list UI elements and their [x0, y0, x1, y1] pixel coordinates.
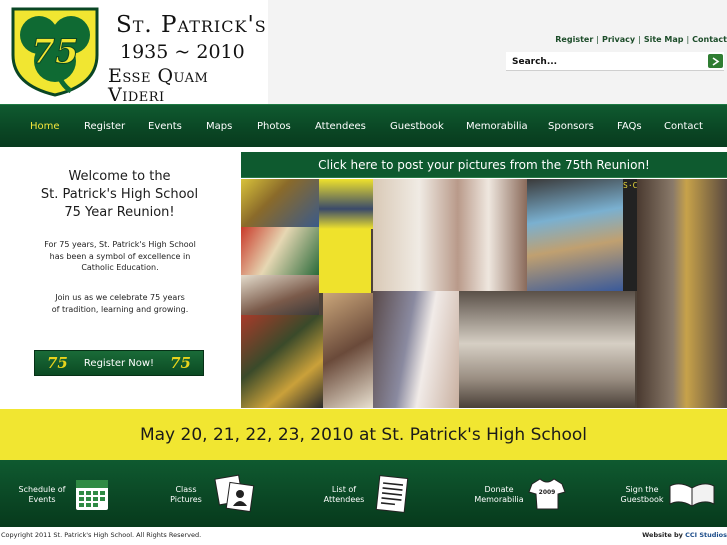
label-line: Sign the [625, 485, 659, 494]
quick-links-bar: Schedule of Events Class Pictures List o… [0, 460, 727, 527]
yearbook-photo [241, 179, 319, 227]
label-line: Attendees [323, 495, 365, 504]
photos-icon [214, 474, 255, 513]
nav-faqs[interactable]: FAQs [617, 105, 642, 148]
badge-75: 75 [47, 354, 68, 372]
paragraph-line: Catholic Education. [81, 263, 159, 272]
logo-motto: Esse Quam Videri [108, 65, 209, 106]
credit-prefix: Website by [642, 531, 686, 539]
utility-links: Register | Privacy | Site Map | Contact [555, 35, 727, 44]
label-line: Events [28, 495, 56, 504]
welcome-title-line: Welcome to the [68, 169, 171, 184]
quick-link-label: Sign the Guestbook [616, 485, 668, 505]
yearbook-photo [527, 179, 623, 291]
search-arrow-icon [712, 56, 720, 66]
calendar-icon [76, 480, 108, 510]
list-icon [375, 475, 409, 513]
yearbook-photo [241, 315, 323, 408]
label-line: Donate [484, 485, 514, 494]
tshirt-icon: 2009 [528, 478, 566, 510]
paragraph-line: of tradition, learning and growing. [51, 304, 189, 314]
logo[interactable]: 75 St. Patrick's 1935 ~ 2010 Esse Quam V… [0, 0, 268, 106]
post-pictures-banner[interactable]: Click here to post your pictures from th… [241, 152, 727, 178]
quick-link-label: List of Attendees [316, 485, 372, 505]
photo-collage[interactable]: S·COUNTRY89 [241, 179, 727, 408]
divider: | [638, 35, 641, 44]
quick-link-class-pictures[interactable]: Class Pictures [160, 460, 270, 527]
register-now-button[interactable]: 75 Register Now! 75 [34, 350, 204, 376]
svg-text:75: 75 [31, 32, 78, 72]
nav-contact[interactable]: Contact [664, 105, 703, 148]
welcome-title: Welcome to the St. Patrick's High School… [0, 168, 239, 222]
yearbook-photo [241, 227, 319, 275]
quick-link-attendees[interactable]: List of Attendees [316, 460, 426, 527]
welcome-paragraph: For 75 years, St. Patrick's High School … [20, 239, 220, 274]
divider: | [596, 35, 599, 44]
badge-75: 75 [170, 354, 191, 372]
yearbook-photo [323, 293, 373, 408]
logo-years: 1935 ~ 2010 [120, 41, 245, 63]
register-link[interactable]: Register [555, 35, 593, 44]
choir-photo [373, 179, 527, 291]
quick-link-guestbook[interactable]: Sign the Guestbook [612, 460, 727, 527]
paragraph-line: Join us as we celebrate 75 years [55, 293, 185, 302]
divider: | [686, 35, 690, 44]
label-line: Class [175, 485, 197, 494]
nav-register[interactable]: Register [84, 105, 125, 148]
book-icon [669, 483, 715, 507]
welcome-panel: Welcome to the St. Patrick's High School… [0, 148, 239, 408]
label-line: Guestbook [620, 495, 664, 504]
quick-link-label: Donate Memorabilia [468, 485, 530, 505]
contact-link[interactable]: Contact [692, 35, 727, 44]
welcome-paragraph: Join us as we celebrate 75 years of trad… [20, 292, 220, 315]
welcome-title-line: 75 Year Reunion! [64, 205, 175, 220]
shamrock-shield-icon: 75 [11, 7, 99, 97]
event-date: May 20, 21, 22, 23, 2010 at St. Patrick'… [139, 424, 588, 445]
paragraph-line: has been a symbol of excellence in [49, 251, 191, 261]
nav-attendees[interactable]: Attendees [315, 105, 366, 148]
quick-link-label: Schedule of Events [14, 485, 70, 505]
nav-maps[interactable]: Maps [206, 105, 232, 148]
nav-photos[interactable]: Photos [257, 105, 291, 148]
label-line: Memorabilia [474, 495, 524, 504]
nav-events[interactable]: Events [148, 105, 182, 148]
search-box [506, 52, 724, 71]
nav-guestbook[interactable]: Guestbook [390, 105, 444, 148]
label-line: List of [331, 485, 357, 494]
saxophone-photo [637, 179, 727, 408]
register-now-label: Register Now! [83, 357, 155, 369]
nav-memorabilia[interactable]: Memorabilia [466, 105, 528, 148]
class-group-photo [459, 291, 635, 408]
copyright-text: Copyright 2011 St. Patrick's High School… [1, 531, 202, 539]
yearbook-strip: S·COUNTRY89 [623, 179, 676, 291]
welcome-title-line: St. Patrick's High School [40, 187, 199, 202]
yearbook-photo [241, 275, 319, 315]
privacy-link[interactable]: Privacy [602, 35, 635, 44]
header: 75 St. Patrick's 1935 ~ 2010 Esse Quam V… [0, 0, 727, 106]
yearbook-caption [319, 229, 371, 293]
paragraph-line: For 75 years, St. Patrick's High School [44, 240, 196, 249]
prom-couple-photo [373, 291, 459, 408]
event-date-band: May 20, 21, 22, 23, 2010 at St. Patrick'… [0, 409, 727, 460]
site-credit: Website by CCI Studios [642, 531, 727, 539]
quick-link-schedule[interactable]: Schedule of Events [0, 460, 130, 527]
credit-studio-link[interactable]: CCI Studios [685, 531, 727, 539]
label-line: Schedule of [18, 485, 66, 494]
search-input[interactable] [508, 54, 700, 69]
yearbook-photo [319, 179, 373, 229]
quick-link-label: Class Pictures [160, 485, 212, 505]
logo-title: St. Patrick's [116, 12, 267, 38]
nav-home[interactable]: Home [30, 105, 60, 148]
nav-sponsors[interactable]: Sponsors [548, 105, 594, 148]
search-button[interactable] [708, 54, 723, 68]
tshirt-text: 2009 [539, 489, 556, 496]
footer: Copyright 2011 St. Patrick's High School… [0, 527, 727, 545]
main-nav: Home Register Events Maps Photos Attende… [0, 104, 727, 147]
label-line: Pictures [170, 495, 202, 504]
site-map-link[interactable]: Site Map [644, 35, 684, 44]
quick-link-donate-memorabilia[interactable]: Donate Memorabilia 2009 [468, 460, 578, 527]
